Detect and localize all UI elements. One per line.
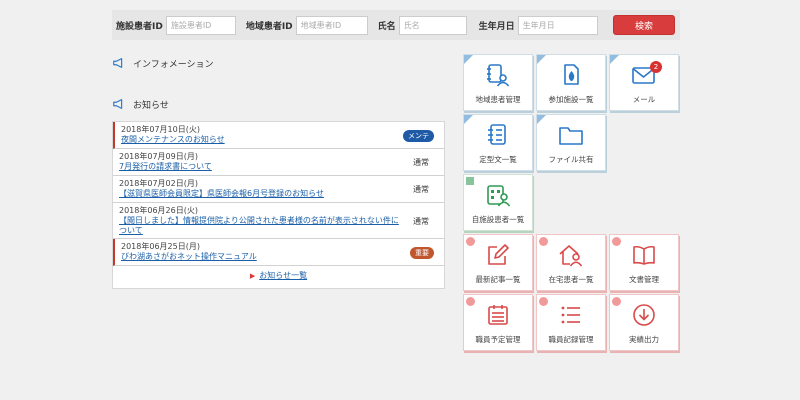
notice-date: 2018年07月10日(火) [121, 125, 200, 134]
notice-link[interactable]: 7月発行の請求書について [119, 162, 409, 172]
notice-more-link[interactable]: お知らせ一覧 [259, 271, 307, 280]
notice-list: 2018年07月10日(火) 夜間メンテナンスのお知らせ メンテ 2018年07… [112, 121, 445, 289]
download-icon [633, 304, 655, 326]
notice-badge: メンテ [403, 130, 434, 142]
tile-label: 文書管理 [629, 275, 659, 284]
notice-header: お知らせ [112, 97, 169, 111]
facility-id-label: 施設患者ID [116, 21, 163, 32]
book-icon [633, 245, 655, 265]
notice-more: ▶ お知らせ一覧 [113, 270, 444, 281]
tile-label: 最新記事一覧 [475, 275, 521, 284]
document-list-icon [488, 124, 506, 145]
tile-file-sharing[interactable]: ファイル共有 [536, 114, 606, 171]
tile-label: 在宅患者一覧 [548, 275, 594, 284]
tile-regional-patients[interactable]: 地域患者管理 [463, 54, 533, 111]
notice-item: 2018年06月25日(月) びわ湖あさがおネット操作マニュアル 重要 [113, 239, 444, 266]
name-label: 氏名 [377, 21, 396, 32]
tile-label: 職員予定管理 [475, 335, 521, 344]
information-header: インフォメーション [112, 56, 214, 70]
tile-own-facility-patients[interactable]: 自施設患者一覧 [463, 174, 533, 231]
facility-icon [564, 64, 579, 85]
megaphone-icon [113, 58, 123, 68]
notice-badge: 通常 [413, 185, 429, 194]
edit-icon [488, 244, 509, 265]
tile-document-management[interactable]: 文書管理 [609, 234, 679, 291]
tile-performance-export[interactable]: 実績出力 [609, 294, 679, 351]
notice-date: 2018年06月26日(火) [119, 206, 198, 215]
tile-label: 参加施設一覧 [548, 95, 594, 104]
tile-staff-records[interactable]: 職員記録管理 [536, 294, 606, 351]
tile-label: メール [632, 95, 656, 104]
facility-id-input[interactable] [165, 15, 236, 35]
tile-label: 職員記録管理 [548, 335, 594, 344]
birth-date-input[interactable] [517, 15, 598, 35]
notice-item: 2018年07月09日(月) 7月発行の請求書について 通常 [113, 149, 444, 176]
notice-title: お知らせ [133, 100, 169, 111]
information-title: インフォメーション [133, 59, 214, 70]
tile-home-patients[interactable]: 在宅患者一覧 [536, 234, 606, 291]
tile-facility-list[interactable]: 参加施設一覧 [536, 54, 606, 111]
birth-date-label: 生年月日 [478, 21, 515, 32]
notice-item: 2018年06月26日(火) 【閲日しました】情報提供院より公開された患者様の名… [113, 203, 444, 239]
calendar-icon [488, 305, 508, 325]
tile-label: 定型文一覧 [479, 155, 517, 164]
notice-item: 2018年07月10日(火) 夜間メンテナンスのお知らせ メンテ [113, 122, 444, 149]
patient-list-icon [487, 64, 510, 87]
triangle-right-icon: ▶ [249, 272, 256, 280]
search-button[interactable]: 検索 [613, 15, 675, 35]
tile-label: 自施設患者一覧 [471, 215, 525, 224]
tile-label: 実績出力 [629, 335, 659, 344]
tile-latest-articles[interactable]: 最新記事一覧 [463, 234, 533, 291]
portal-page: 施設患者ID 地域患者ID 氏名 生年月日 検索 インフォメーション お知らせ … [0, 0, 800, 400]
home-patient-icon [559, 245, 583, 267]
notice-link[interactable]: 【滋賀県医師会員限定】県医師会報6月号登録のお知らせ [119, 189, 409, 199]
region-id-label: 地域患者ID [245, 21, 293, 32]
region-id-input[interactable] [295, 15, 368, 35]
folder-icon [559, 127, 583, 145]
tile-template-list[interactable]: 定型文一覧 [463, 114, 533, 171]
notice-date: 2018年07月02日(月) [119, 179, 198, 188]
hospital-patient-icon [487, 185, 511, 207]
notice-item: 2018年07月02日(月) 【滋賀県医師会員限定】県医師会報6月号登録のお知ら… [113, 176, 444, 203]
tile-label: 地域患者管理 [475, 95, 521, 104]
notice-link[interactable]: びわ湖あさがおネット操作マニュアル [121, 252, 411, 262]
patient-search-bar: 施設患者ID 地域患者ID 氏名 生年月日 検索 [112, 10, 680, 40]
tile-mail[interactable]: 2 メール [609, 54, 679, 111]
tile-staff-schedule[interactable]: 職員予定管理 [463, 294, 533, 351]
notice-badge: 通常 [413, 158, 429, 167]
notice-link[interactable]: 夜間メンテナンスのお知らせ [121, 135, 411, 145]
list-icon [561, 306, 580, 324]
notice-badge: 重要 [410, 247, 434, 259]
notice-date: 2018年06月25日(月) [121, 242, 200, 251]
name-input[interactable] [398, 15, 467, 35]
mail-unread-badge: 2 [650, 61, 662, 73]
notice-date: 2018年07月09日(月) [119, 152, 198, 161]
tile-label: ファイル共有 [548, 155, 594, 164]
notice-badge: 通常 [413, 217, 429, 226]
notice-link[interactable]: 【閲日しました】情報提供院より公開された患者様の名前が表示されない件について [119, 216, 399, 236]
megaphone-icon [113, 99, 123, 109]
